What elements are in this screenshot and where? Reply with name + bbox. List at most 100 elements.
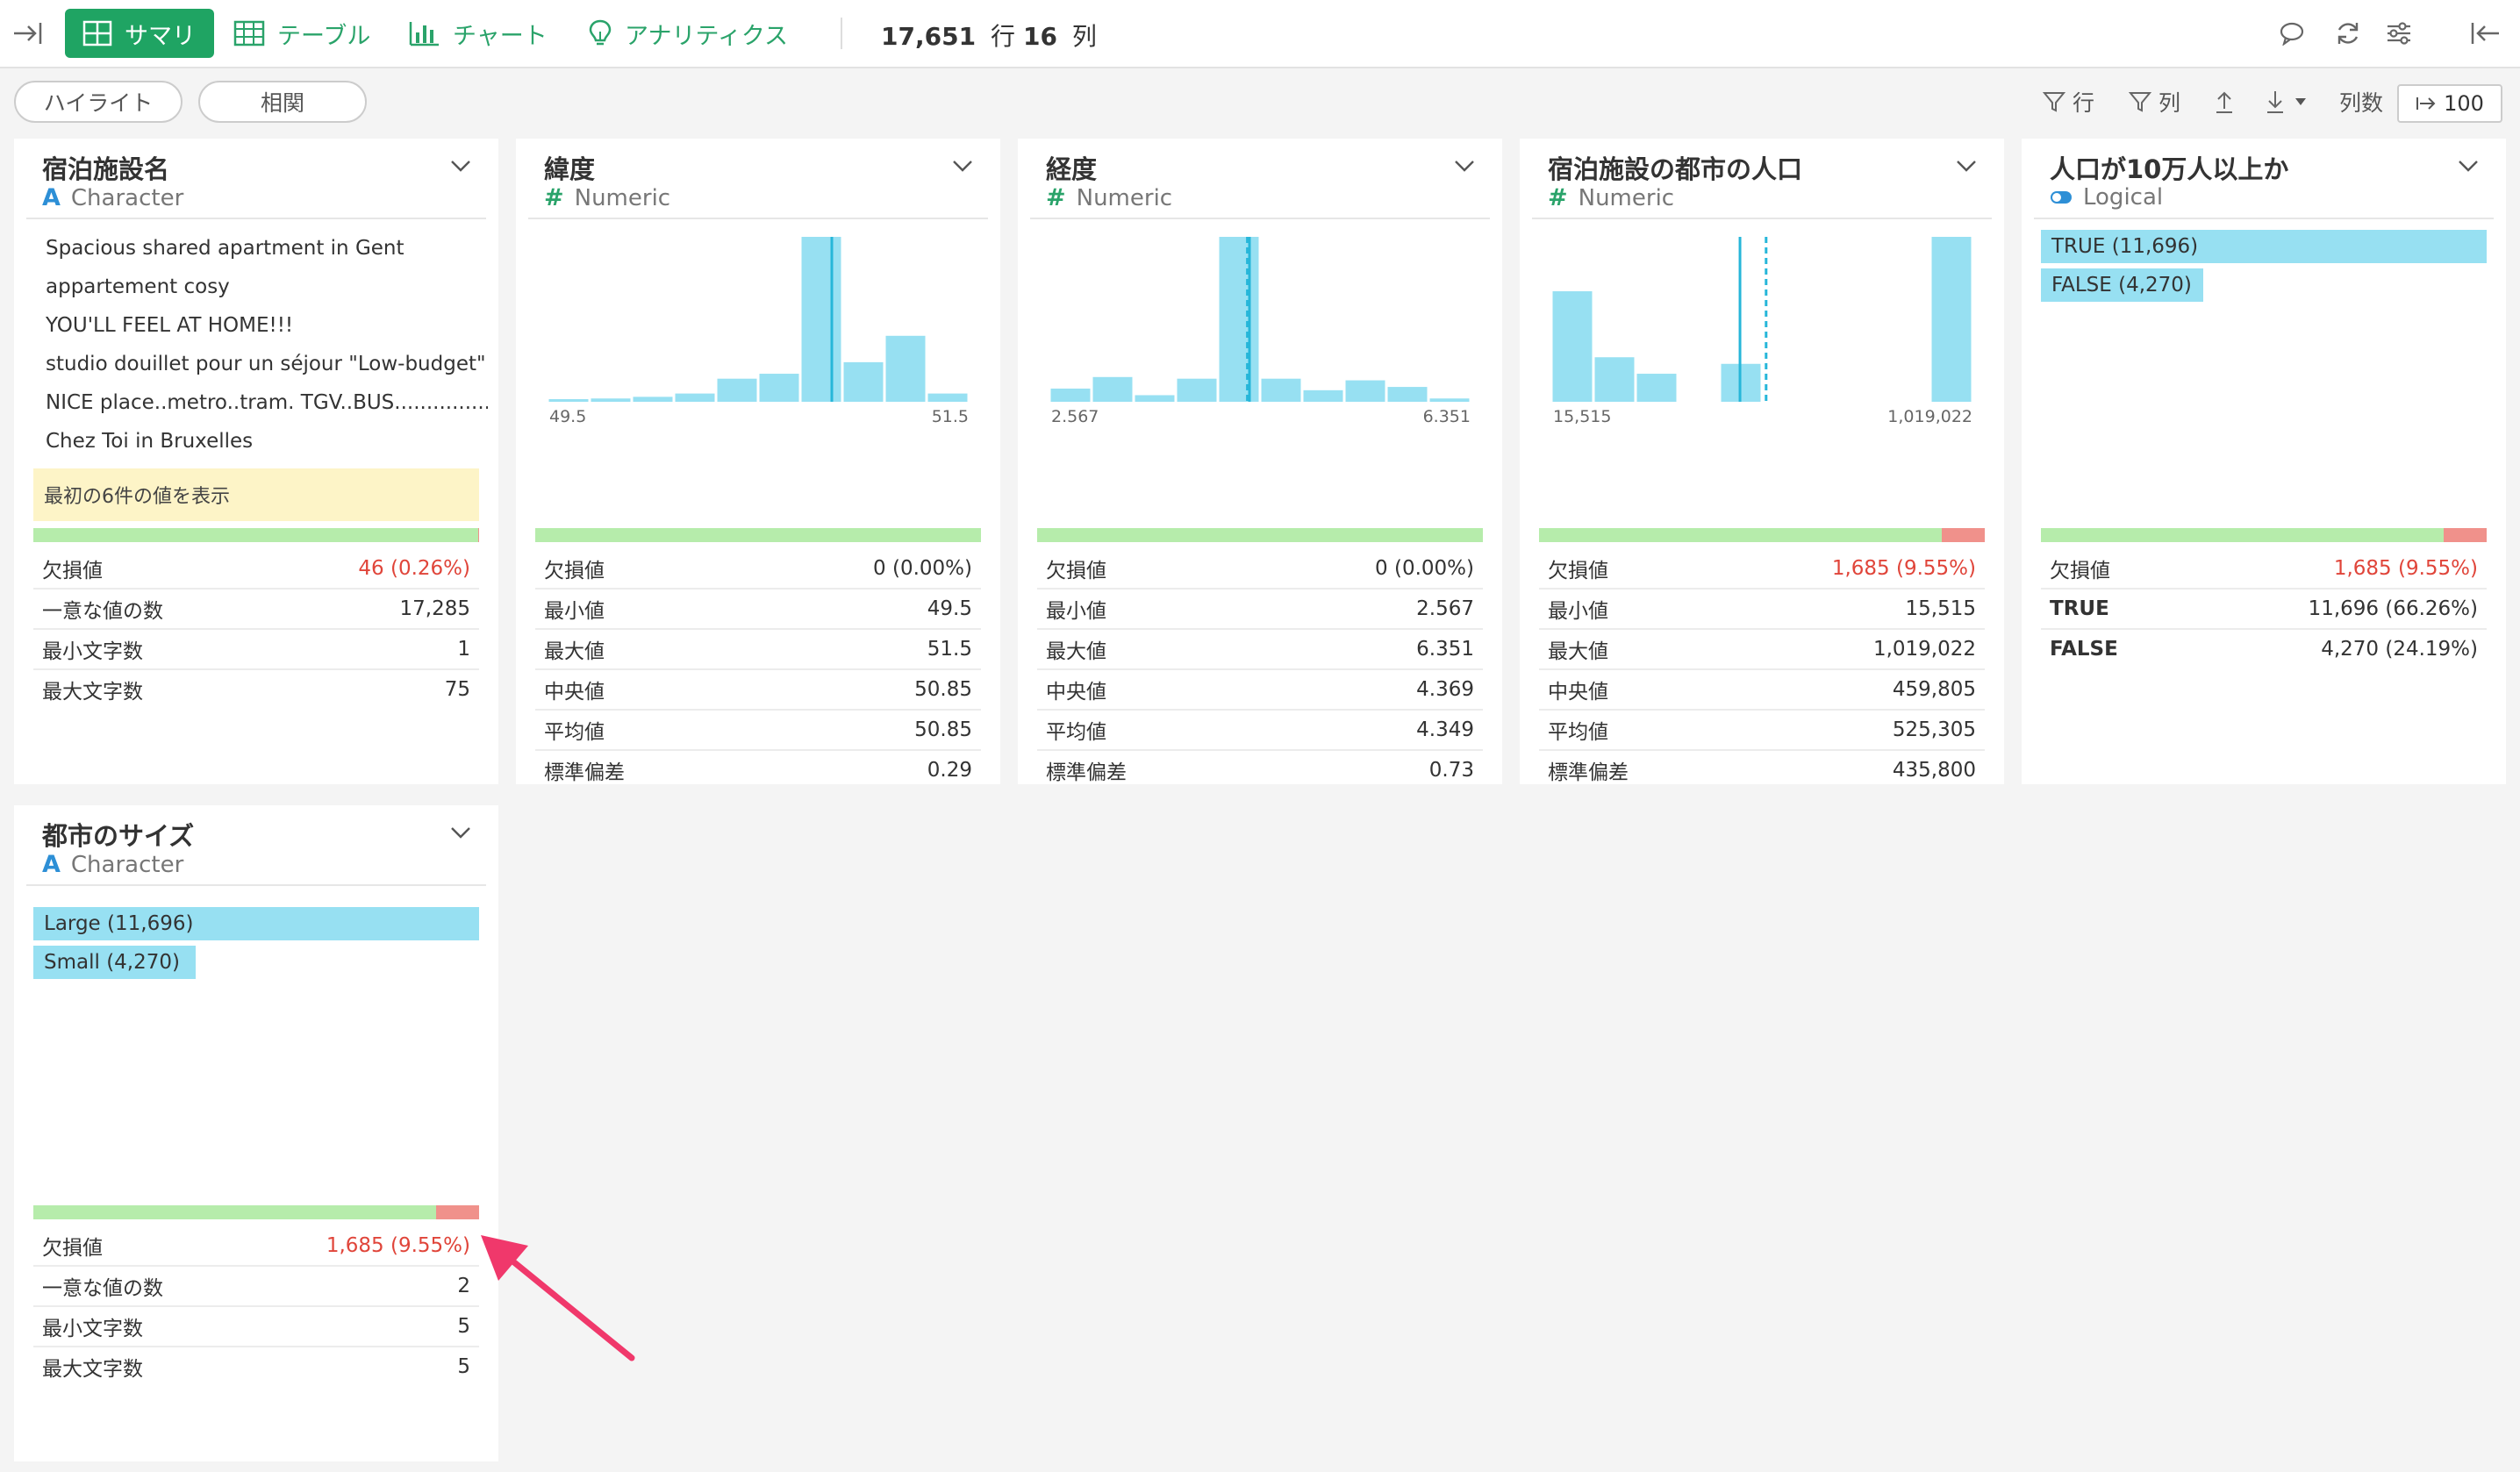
stat-label: TRUE xyxy=(2050,597,2109,620)
histogram-bar[interactable] xyxy=(1552,291,1593,402)
histogram-bar[interactable] xyxy=(1261,378,1301,402)
histogram-axis: 15,515 1,019,022 xyxy=(1539,407,1985,432)
tab-summary[interactable]: サマリ xyxy=(65,9,214,58)
stat-label: 最大文字数 xyxy=(42,1358,143,1381)
column-limit-value: 100 xyxy=(2444,91,2484,116)
data-quality-bar xyxy=(2041,528,2487,542)
stat-label: 平均値 xyxy=(544,721,605,744)
stat-value: 51.5 xyxy=(927,638,972,661)
row-count-unit: 行 xyxy=(990,22,1015,51)
tab-table[interactable]: テーブル xyxy=(233,9,370,58)
category-label: TRUE (11,696) xyxy=(2051,235,2199,258)
column-type-label: Numeric xyxy=(1076,184,1173,211)
collapse-panel-icon[interactable] xyxy=(2466,16,2504,51)
histogram-bar[interactable] xyxy=(1636,374,1677,402)
data-quality-bar xyxy=(33,528,479,542)
histogram-bar[interactable] xyxy=(1050,388,1091,402)
column-count-unit: 列 xyxy=(1071,22,1097,51)
stat-value: 4,270 (24.19%) xyxy=(2321,638,2478,661)
stat-value: 0.73 xyxy=(1428,759,1474,782)
stat-row: 欠損値 1,685 (9.55%) xyxy=(2041,549,2487,590)
stat-value: 75 xyxy=(444,678,470,701)
histogram-bar[interactable] xyxy=(1387,387,1428,402)
refresh-icon[interactable] xyxy=(2330,16,2366,51)
histogram-bar[interactable] xyxy=(1594,357,1635,402)
histogram-bar[interactable] xyxy=(801,237,841,402)
histogram-bar[interactable] xyxy=(927,393,968,402)
histogram-bar[interactable] xyxy=(633,397,673,402)
stat-row: 最小値 49.5 xyxy=(535,590,981,630)
tab-analytics[interactable]: アナリティクス xyxy=(588,9,788,58)
histogram-bar[interactable] xyxy=(591,398,631,402)
upload-button[interactable] xyxy=(2213,84,2236,119)
stat-row: 最小値 2.567 xyxy=(1037,590,1483,630)
stat-label: 一意な値の数 xyxy=(42,1277,163,1300)
column-card-longitude: 経度 # Numeric 2.567 6.351 欠損値 0 (0.00%) 最小… xyxy=(1018,139,1502,784)
histogram-bar[interactable] xyxy=(1092,376,1133,402)
highlight-button[interactable]: ハイライト xyxy=(14,81,183,123)
histogram-bar[interactable] xyxy=(675,393,715,402)
stat-value: 0 (0.00%) xyxy=(1375,557,1474,580)
category-label: Large (11,696) xyxy=(44,912,194,935)
column-limit-text: 列数 xyxy=(2339,90,2384,116)
chevron-down-icon[interactable] xyxy=(449,158,472,174)
chevron-down-icon[interactable] xyxy=(2457,158,2480,174)
column-limit-input[interactable]: 100 xyxy=(2397,84,2502,123)
histogram-bar[interactable] xyxy=(717,378,757,402)
histogram-bar[interactable] xyxy=(843,361,884,402)
category-bar[interactable]: Small (4,270) xyxy=(33,946,196,979)
expand-sidebar-icon[interactable] xyxy=(9,16,47,51)
column-limit-label: 列数 xyxy=(2339,84,2383,119)
correlation-button[interactable]: 相関 xyxy=(198,81,367,123)
tab-summary-label: サマリ xyxy=(125,22,196,50)
stat-value: 435,800 xyxy=(1892,759,1976,782)
stats-table: 欠損値 46 (0.26%) 一意な値の数 17,285 最小文字数 1 最大文字数 7… xyxy=(33,549,479,709)
tab-chart[interactable]: チャート xyxy=(409,9,548,58)
stat-row: 一意な値の数 17,285 xyxy=(33,590,479,630)
sample-value: Chez Toi in Bruxelles xyxy=(46,430,254,453)
histogram-bar[interactable] xyxy=(759,374,799,402)
comment-icon[interactable] xyxy=(2274,18,2309,49)
stat-value: 50.85 xyxy=(914,678,972,701)
chevron-down-icon[interactable] xyxy=(1453,158,1476,174)
stat-row: 最大値 1,019,022 xyxy=(1539,630,1985,670)
histogram-bar[interactable] xyxy=(1303,389,1343,402)
histogram-bar[interactable] xyxy=(885,335,926,402)
category-bar[interactable]: Large (11,696) xyxy=(33,907,479,940)
stat-value: 525,305 xyxy=(1892,718,1976,741)
histogram-bar[interactable] xyxy=(1135,395,1175,402)
histogram-bar[interactable] xyxy=(1219,237,1259,402)
stat-label: 欠損値 xyxy=(42,560,103,582)
card-divider xyxy=(2034,218,2494,219)
stat-label: 欠損値 xyxy=(1046,560,1106,582)
settings-sliders-icon[interactable] xyxy=(2381,16,2416,51)
missing-segment xyxy=(1942,528,1985,542)
histogram-bar[interactable] xyxy=(548,399,589,402)
stat-value: 1,685 (9.55%) xyxy=(2333,557,2478,580)
numeric-type-icon: # xyxy=(1046,184,1066,211)
column-type: A Character xyxy=(42,184,183,211)
chevron-down-icon[interactable] xyxy=(449,825,472,840)
chevron-down-icon[interactable] xyxy=(1955,158,1978,174)
download-button[interactable] xyxy=(2264,84,2308,119)
category-bar[interactable]: TRUE (11,696) xyxy=(2041,230,2487,263)
data-quality-bar xyxy=(33,1205,479,1219)
row-filter-button[interactable]: 行 xyxy=(2043,84,2094,119)
chevron-down-icon[interactable] xyxy=(951,158,974,174)
histogram-bar[interactable] xyxy=(1345,380,1385,402)
stat-label: 欠損値 xyxy=(2050,560,2110,582)
stat-row: 標準偏差 0.29 xyxy=(535,751,981,790)
histogram-bar[interactable] xyxy=(1177,378,1217,402)
category-bar[interactable]: FALSE (4,270) xyxy=(2041,268,2203,302)
top-toolbar: サマリ テーブル チャート アナリティクス 17,651 行 16 列 xyxy=(0,0,2520,68)
histogram-bar[interactable] xyxy=(1931,237,1972,402)
stat-label: 平均値 xyxy=(1548,721,1608,744)
row-filter-label: 行 xyxy=(2073,90,2095,116)
column-filter-button[interactable]: 列 xyxy=(2129,84,2180,119)
stat-value: 0 (0.00%) xyxy=(873,557,972,580)
table-icon xyxy=(233,20,265,46)
histogram-bar[interactable] xyxy=(1429,398,1470,402)
row-count-value: 17,651 xyxy=(881,22,977,51)
stat-label: 欠損値 xyxy=(42,1237,103,1260)
stat-label: 中央値 xyxy=(1548,681,1608,704)
